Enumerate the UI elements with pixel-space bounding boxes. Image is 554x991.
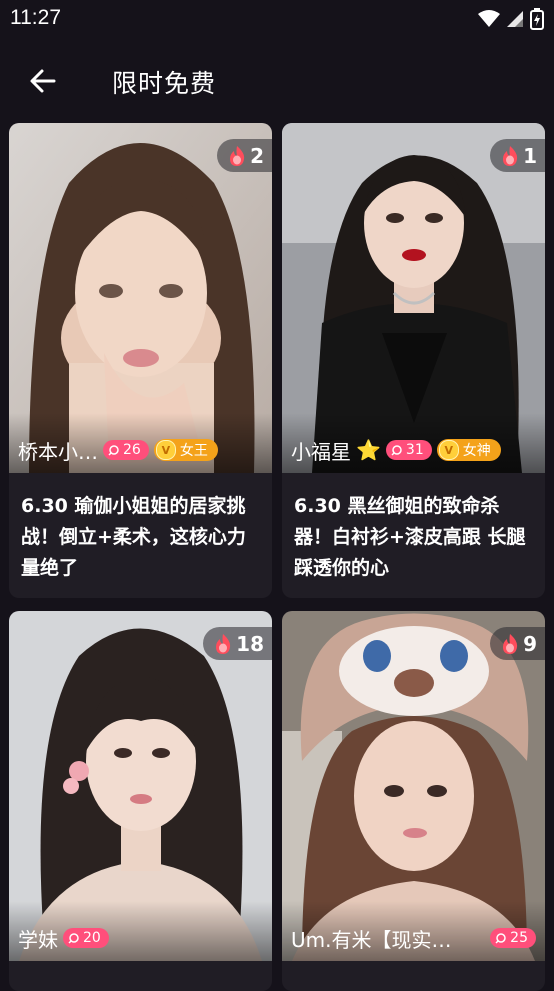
back-arrow-icon[interactable] xyxy=(26,64,60,98)
flame-icon xyxy=(230,145,245,166)
author-name[interactable]: 学妹 xyxy=(18,924,58,953)
author-name[interactable]: 桥本小… xyxy=(18,436,98,465)
author-row: 桥本小… 26 V 女王 xyxy=(18,436,218,464)
hot-badge: 9 xyxy=(490,627,545,660)
wifi-icon xyxy=(478,10,500,27)
vip-badge: V 女王 xyxy=(153,439,218,461)
vip-crown-icon: V xyxy=(155,440,176,460)
vip-crown-icon: V xyxy=(438,440,459,460)
flame-icon xyxy=(503,633,518,654)
vip-label: 女王 xyxy=(179,443,208,459)
level-value: 25 xyxy=(510,930,528,946)
author-row: Um.有米【现实… 25 xyxy=(291,924,536,952)
flame-icon xyxy=(216,633,231,654)
author-row: 小福星 ⭐ 31 V 女神 xyxy=(291,436,501,464)
level-badge: 25 xyxy=(490,928,536,948)
app-header: 限时免费 xyxy=(0,50,554,112)
vip-label: 女神 xyxy=(462,443,491,459)
level-badge: 26 xyxy=(103,440,149,460)
level-value: 26 xyxy=(123,442,141,458)
author-name[interactable]: Um.有米【现实… xyxy=(291,924,451,953)
level-value: 20 xyxy=(83,930,101,946)
battery-icon xyxy=(530,8,544,30)
card-title[interactable]: 6.30 黑丝御姐的致命杀器！白衬衫+漆皮高跟 长腿踩透你的心 xyxy=(294,491,534,584)
video-card[interactable]: 1 小福星 ⭐ 31 V 女神 6.30 黑丝御姐的致命杀器！白衬衫+漆皮高跟 … xyxy=(282,123,545,598)
signal-icon xyxy=(507,11,523,27)
level-value: 31 xyxy=(405,442,424,458)
heart-level-icon xyxy=(495,933,506,944)
heart-level-icon xyxy=(108,445,119,456)
author-row: 学妹 20 xyxy=(18,924,109,952)
status-time: 11:27 xyxy=(10,6,61,29)
status-icons xyxy=(478,8,544,30)
hot-badge: 2 xyxy=(217,139,272,172)
author-name[interactable]: 小福星 xyxy=(291,436,351,465)
heart-level-icon xyxy=(391,445,402,456)
vip-badge: V 女神 xyxy=(436,439,501,461)
hot-badge: 18 xyxy=(203,627,272,660)
status-bar: 11:27 xyxy=(0,0,554,38)
level-badge: 20 xyxy=(63,928,109,948)
star-icon: ⭐ xyxy=(356,438,381,462)
flame-icon xyxy=(503,145,518,166)
heart-level-icon xyxy=(68,933,79,944)
hot-count: 2 xyxy=(250,143,264,168)
video-card[interactable]: 9 Um.有米【现实… 25 xyxy=(282,611,545,991)
video-card[interactable]: 2 桥本小… 26 V 女王 6.30 瑜伽小姐姐的居家挑战！倒立+柔术，这核心… xyxy=(9,123,272,598)
page-title: 限时免费 xyxy=(112,69,217,98)
hot-count: 1 xyxy=(523,143,537,168)
level-badge: 31 xyxy=(385,440,432,460)
hot-badge: 1 xyxy=(490,139,545,172)
video-card[interactable]: 18 学妹 20 xyxy=(9,611,272,991)
card-title[interactable]: 6.30 瑜伽小姐姐的居家挑战！倒立+柔术，这核心力量绝了 xyxy=(21,491,261,584)
hot-count: 18 xyxy=(236,631,264,656)
hot-count: 9 xyxy=(523,631,537,656)
